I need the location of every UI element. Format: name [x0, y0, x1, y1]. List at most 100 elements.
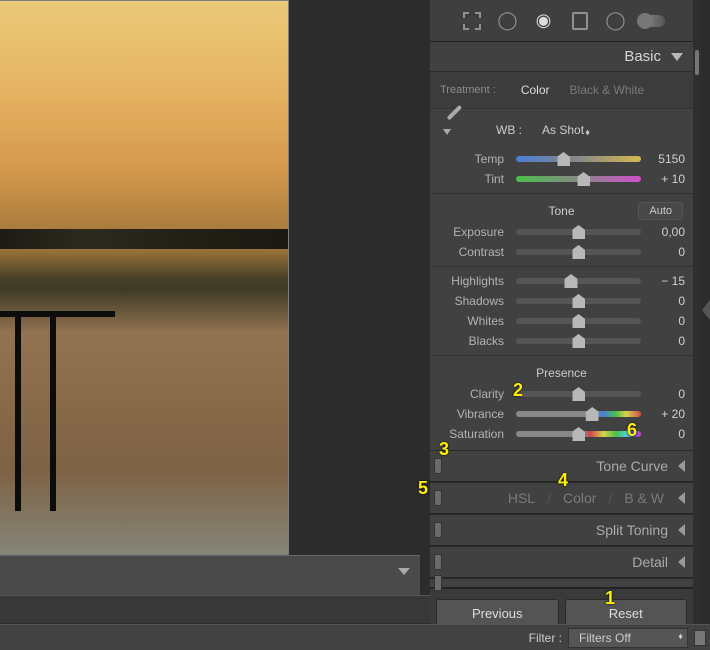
contrast-slider[interactable]: Contrast 0	[430, 242, 693, 262]
crop-tool[interactable]	[459, 8, 485, 34]
shadows-label: Shadows	[438, 294, 512, 308]
saturation-label: Saturation	[438, 427, 512, 441]
slider-handle[interactable]	[572, 387, 585, 401]
clarity-slider[interactable]: Clarity 0	[430, 384, 693, 404]
whites-track[interactable]	[516, 318, 641, 324]
basic-panel-header[interactable]: Basic	[430, 42, 693, 72]
treatment-color[interactable]: Color	[511, 80, 560, 100]
wb-row: WB : As Shot	[430, 109, 693, 149]
vibrance-slider[interactable]: Vibrance + 20	[430, 404, 693, 424]
temp-value[interactable]: 5150	[645, 152, 685, 166]
exposure-track[interactable]	[516, 229, 641, 235]
panel-switch-icon[interactable]	[434, 490, 442, 506]
slider-handle[interactable]	[557, 152, 570, 166]
slider-handle[interactable]	[572, 427, 585, 441]
panel-switch-icon[interactable]	[434, 575, 442, 591]
preview-graphic	[0, 311, 115, 491]
tint-track[interactable]	[516, 176, 641, 182]
radial-filter-tool[interactable]: ◯	[603, 8, 629, 34]
filmstrip-area	[0, 595, 430, 623]
splittoning-panel[interactable]: Split Toning	[430, 514, 693, 546]
blacks-slider[interactable]: Blacks 0	[430, 331, 693, 351]
contrast-track[interactable]	[516, 249, 641, 255]
exposure-slider[interactable]: Exposure 0,00	[430, 222, 693, 242]
clarity-value[interactable]: 0	[645, 387, 685, 401]
blacks-track[interactable]	[516, 338, 641, 344]
tint-slider[interactable]: Tint + 10	[430, 169, 693, 189]
bw-tab[interactable]: B & W	[620, 490, 668, 506]
tonecurve-label: Tone Curve	[596, 458, 668, 474]
vibrance-value[interactable]: + 20	[645, 407, 685, 421]
highlights-slider[interactable]: Highlights − 15	[430, 271, 693, 291]
chevron-left-icon	[678, 460, 685, 472]
filter-switch-icon[interactable]	[694, 630, 706, 646]
wb-label: WB :	[496, 123, 522, 137]
spot-tool[interactable]: ◯	[495, 8, 521, 34]
reset-button[interactable]: Reset	[565, 599, 688, 627]
blacks-value[interactable]: 0	[645, 334, 685, 348]
blacks-label: Blacks	[438, 334, 512, 348]
chevron-left-icon	[678, 524, 685, 536]
chevron-down-icon[interactable]	[398, 568, 410, 575]
tint-value[interactable]: + 10	[645, 172, 685, 186]
tool-strip: ◯ ◉ ◯	[430, 0, 693, 42]
split-label: Split Toning	[596, 522, 668, 538]
slider-handle[interactable]	[586, 407, 599, 421]
vibrance-track[interactable]	[516, 411, 641, 417]
presence-title: Presence	[536, 366, 587, 380]
temp-track[interactable]	[516, 156, 641, 162]
previous-button[interactable]: Previous	[436, 599, 559, 627]
saturation-track[interactable]	[516, 431, 641, 437]
slider-handle[interactable]	[572, 314, 585, 328]
chevron-left-icon	[678, 556, 685, 568]
clarity-track[interactable]	[516, 391, 641, 397]
filter-dropdown[interactable]: Filters Off	[568, 628, 688, 648]
temp-label: Temp	[438, 152, 512, 166]
whites-slider[interactable]: Whites 0	[430, 311, 693, 331]
contrast-label: Contrast	[438, 245, 512, 259]
highlights-value[interactable]: − 15	[645, 274, 685, 288]
highlights-track[interactable]	[516, 278, 641, 284]
eyedropper-icon[interactable]	[440, 115, 476, 145]
saturation-slider[interactable]: Saturation 0	[430, 424, 693, 444]
panel-collapse-arrow[interactable]	[702, 300, 710, 320]
wb-dropdown[interactable]: As Shot	[542, 123, 590, 137]
redeye-tool[interactable]: ◉	[531, 8, 557, 34]
tonecurve-panel[interactable]: Tone Curve	[430, 450, 693, 482]
temp-slider[interactable]: Temp 5150	[430, 149, 693, 169]
slider-handle[interactable]	[572, 334, 585, 348]
exposure-value[interactable]: 0,00	[645, 225, 685, 239]
saturation-value[interactable]: 0	[645, 427, 685, 441]
whites-value[interactable]: 0	[645, 314, 685, 328]
contrast-value[interactable]: 0	[645, 245, 685, 259]
slider-handle[interactable]	[572, 225, 585, 239]
color-tab[interactable]: Color	[559, 490, 600, 506]
shadows-value[interactable]: 0	[645, 294, 685, 308]
brush-tool[interactable]	[639, 8, 665, 34]
filter-bar: Filter : Filters Off	[0, 624, 710, 650]
shadows-slider[interactable]: Shadows 0	[430, 291, 693, 311]
slider-handle[interactable]	[572, 245, 585, 259]
grad-filter-tool[interactable]	[567, 8, 593, 34]
hsl-panel[interactable]: HSL/ Color/ B & W	[430, 482, 693, 514]
slider-handle[interactable]	[565, 274, 578, 288]
panel-switch-icon[interactable]	[434, 554, 442, 570]
exposure-label: Exposure	[438, 225, 512, 239]
photo-preview[interactable]	[0, 0, 289, 555]
treatment-bw[interactable]: Black & White	[560, 80, 655, 100]
shadows-track[interactable]	[516, 298, 641, 304]
slider-handle[interactable]	[572, 294, 585, 308]
auto-button[interactable]: Auto	[638, 202, 683, 220]
highlights-label: Highlights	[438, 274, 512, 288]
annotation-5: 5	[418, 478, 428, 499]
panel-switch-icon[interactable]	[434, 458, 442, 474]
scrollbar[interactable]	[693, 0, 701, 623]
develop-panel: ◯ ◉ ◯ Basic Treatment : Color Black & Wh…	[430, 0, 693, 623]
panel-switch-icon[interactable]	[434, 522, 442, 538]
slider-handle[interactable]	[577, 172, 590, 186]
hsl-tab[interactable]: HSL	[504, 490, 539, 506]
presence-section: Presence	[430, 360, 693, 384]
tint-label: Tint	[438, 172, 512, 186]
detail-panel[interactable]: Detail	[430, 546, 693, 578]
treatment-label: Treatment :	[440, 84, 496, 96]
